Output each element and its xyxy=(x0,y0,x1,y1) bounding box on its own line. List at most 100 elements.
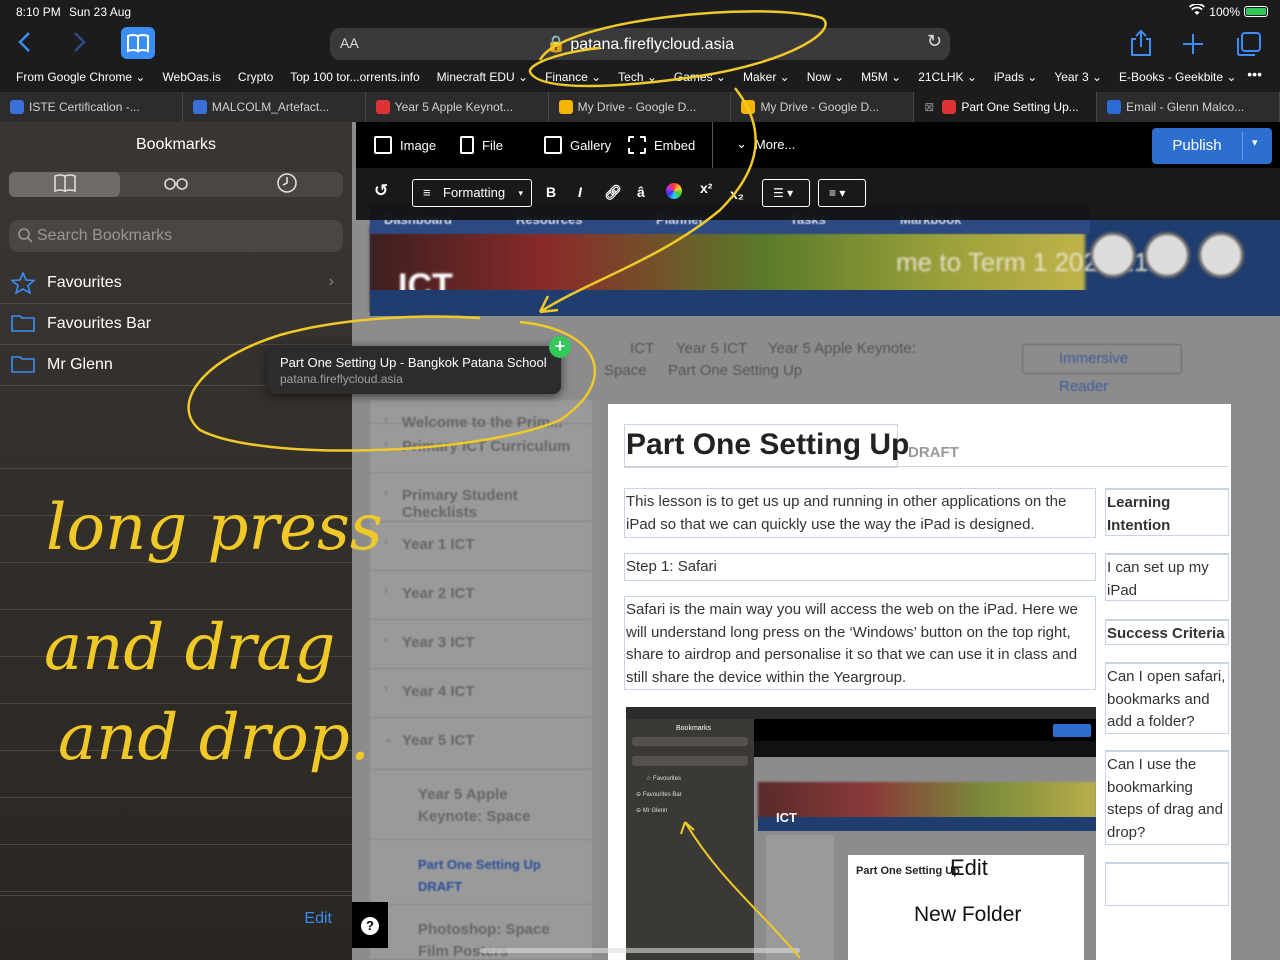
forward-chevron-icon[interactable] xyxy=(70,27,88,63)
fav-item[interactable]: Minecraft EDU ⌄ xyxy=(437,70,528,84)
fav-item[interactable]: From Google Chrome ⌄ xyxy=(16,70,145,84)
left-nav-item[interactable]: › Year 4 ICT xyxy=(370,669,592,718)
left-nav-item[interactable]: › Primary Student Checklists xyxy=(370,473,592,522)
drag-preview[interactable]: Part One Setting Up - Bangkok Patana Sch… xyxy=(267,336,571,394)
reading-list-tab[interactable] xyxy=(120,172,231,197)
bold-icon[interactable]: B xyxy=(546,184,556,200)
back-chevron-icon[interactable] xyxy=(16,27,34,63)
chevron-right-icon: › xyxy=(384,585,388,597)
learning-intention-heading[interactable]: Learning Intention xyxy=(1105,488,1229,536)
home-indicator[interactable] xyxy=(480,948,800,953)
share-icon[interactable] xyxy=(1130,28,1152,64)
publish-button[interactable]: Publish ▾ xyxy=(1152,128,1272,164)
fav-item[interactable]: 21CLHK ⌄ xyxy=(918,70,977,84)
edit-button[interactable]: Edit xyxy=(304,910,332,928)
tab-item[interactable]: Email - Glenn Malco... xyxy=(1097,92,1280,122)
embedded-row: ⊖ Mr Glenn xyxy=(636,808,668,814)
fav-item[interactable]: Crypto xyxy=(238,70,273,84)
left-nav-item[interactable]: › Primary ICT Curriculum xyxy=(370,424,592,473)
breadcrumb-item[interactable]: ICT xyxy=(630,340,654,357)
fav-item[interactable]: Year 3 ⌄ xyxy=(1054,70,1102,84)
tab-item[interactable]: ISTE Certification -... xyxy=(0,92,183,122)
close-tab-icon[interactable]: ⊠ xyxy=(924,100,934,114)
fav-item[interactable]: Now ⌄ xyxy=(807,70,844,84)
insert-gallery-label: Gallery xyxy=(570,137,612,153)
left-nav-item[interactable]: › Year 3 ICT xyxy=(370,620,592,669)
learning-intention-text[interactable]: I can set up my iPad xyxy=(1105,553,1229,601)
superscript-icon[interactable]: x² xyxy=(700,180,712,196)
history-tab[interactable] xyxy=(232,172,343,197)
fav-item[interactable]: M5M ⌄ xyxy=(861,70,901,84)
breadcrumb-item[interactable]: Space xyxy=(604,362,647,379)
page-left-nav: › Welcome to the Prim... › Primary ICT Curr… xyxy=(370,400,592,960)
sidebar-item-favourites[interactable]: Favourites › xyxy=(0,263,352,304)
link-icon[interactable]: 🔗︎ xyxy=(604,184,622,201)
sidebar-divider xyxy=(0,895,352,896)
fav-item[interactable]: Maker ⌄ xyxy=(743,70,790,84)
breadcrumb-item[interactable]: Part One Setting Up xyxy=(668,362,802,379)
insert-file-label: File xyxy=(482,137,503,153)
fav-item[interactable]: Games ⌄ xyxy=(674,70,726,84)
gallery-icon xyxy=(544,136,562,154)
sidebar-toggle-button[interactable] xyxy=(121,27,155,59)
safari-paragraph[interactable]: Safari is the main way you will access t… xyxy=(624,596,1096,690)
fav-item[interactable]: Tech ⌄ xyxy=(618,70,657,84)
fav-item[interactable]: Finance ⌄ xyxy=(545,70,601,84)
intro-paragraph[interactable]: This lesson is to get us up and running … xyxy=(624,488,1096,538)
left-nav-item[interactable]: › Welcome to the Prim... xyxy=(370,400,592,431)
tab-item[interactable]: ⊠ Part One Setting Up... xyxy=(914,92,1098,122)
new-tab-icon[interactable] xyxy=(1182,28,1204,64)
step-heading[interactable]: Step 1: Safari xyxy=(624,553,1096,581)
embed-icon xyxy=(628,136,646,154)
undo-icon[interactable]: ↺ xyxy=(374,181,388,201)
insert-file-button[interactable]: File xyxy=(460,136,503,154)
handwritten-note-line: and drop. xyxy=(58,701,371,775)
align-dropdown[interactable]: ≡ ▾ xyxy=(818,179,866,207)
more-button[interactable]: ⌄ More... xyxy=(736,136,795,152)
success-criteria-heading[interactable]: Success Criteria xyxy=(1105,619,1229,645)
special-char-icon[interactable]: â xyxy=(637,184,645,200)
subscript-icon[interactable]: x₂ xyxy=(730,186,744,202)
address-bar[interactable]: AA 🔒 patana.fireflycloud.asia ↻ xyxy=(330,28,950,60)
chevron-down-icon[interactable]: ▾ xyxy=(1252,136,1258,149)
bookmarks-search-input[interactable]: Search Bookmarks xyxy=(9,220,343,252)
tab-item[interactable]: My Drive - Google D... xyxy=(731,92,915,122)
tab-item[interactable]: MALCOLM_Artefact... xyxy=(183,92,366,122)
empty-cell[interactable] xyxy=(1105,862,1229,906)
breadcrumb-item[interactable]: Year 5 ICT xyxy=(676,340,747,357)
left-nav-item[interactable]: › Year 1 ICT xyxy=(370,522,592,571)
tab-item[interactable]: Year 5 Apple Keynot... xyxy=(366,92,549,122)
tab-label: MALCOLM_Artefact... xyxy=(211,100,330,114)
tab-favicon-icon xyxy=(192,100,207,114)
left-nav-item[interactable]: ⌄ Year 5 ICT xyxy=(370,718,592,770)
chevron-down-icon: ⌄ xyxy=(736,136,747,151)
italic-icon[interactable]: I xyxy=(578,184,582,200)
insert-embed-button[interactable]: Embed xyxy=(628,136,695,154)
reload-icon[interactable]: ↻ xyxy=(927,31,942,52)
color-picker-icon[interactable] xyxy=(666,183,682,199)
left-nav-item[interactable]: › Year 2 ICT xyxy=(370,571,592,620)
insert-gallery-button[interactable]: Gallery xyxy=(544,136,611,154)
success-criteria-item[interactable]: Can I open safari, bookmarks and add a f… xyxy=(1105,662,1229,734)
fav-item[interactable]: WebOas.is xyxy=(162,70,220,84)
list-dropdown[interactable]: ☰ ▾ xyxy=(762,179,810,207)
fav-item[interactable]: iPads ⌄ xyxy=(994,70,1037,84)
immersive-reader-button[interactable]: Immersive Reader xyxy=(1022,344,1182,395)
success-criteria-item[interactable]: Can I use the bookmarking steps of drag … xyxy=(1105,750,1229,845)
left-nav-item[interactable]: Part One Setting Up DRAFT xyxy=(370,840,592,905)
formatting-dropdown[interactable]: ≡ Formatting ▾ xyxy=(412,179,532,207)
fav-item[interactable]: Top 100 tor...orrents.info xyxy=(290,70,419,84)
tabs-overview-icon[interactable] xyxy=(1236,28,1262,64)
help-button[interactable]: ? xyxy=(352,902,388,948)
more-ellipsis-icon[interactable]: ••• xyxy=(1247,66,1262,82)
fav-item[interactable]: E-Books - Geekbite ⌄ xyxy=(1119,70,1236,84)
sidebar-item-favourites-bar[interactable]: Favourites Bar xyxy=(0,304,352,345)
web-content: Dashboard Resources Planner Tasks Markbo… xyxy=(352,122,1280,960)
bookmarks-tab[interactable] xyxy=(9,172,121,197)
left-nav-item[interactable]: Year 5 Apple Keynote: Space xyxy=(370,770,592,840)
insert-image-button[interactable]: Image xyxy=(374,136,436,154)
tab-item[interactable]: My Drive - Google D... xyxy=(549,92,732,122)
url-value: patana.fireflycloud.asia xyxy=(570,36,735,53)
folder-icon xyxy=(11,313,35,333)
breadcrumb-item[interactable]: Year 5 Apple Keynote: xyxy=(768,340,916,357)
